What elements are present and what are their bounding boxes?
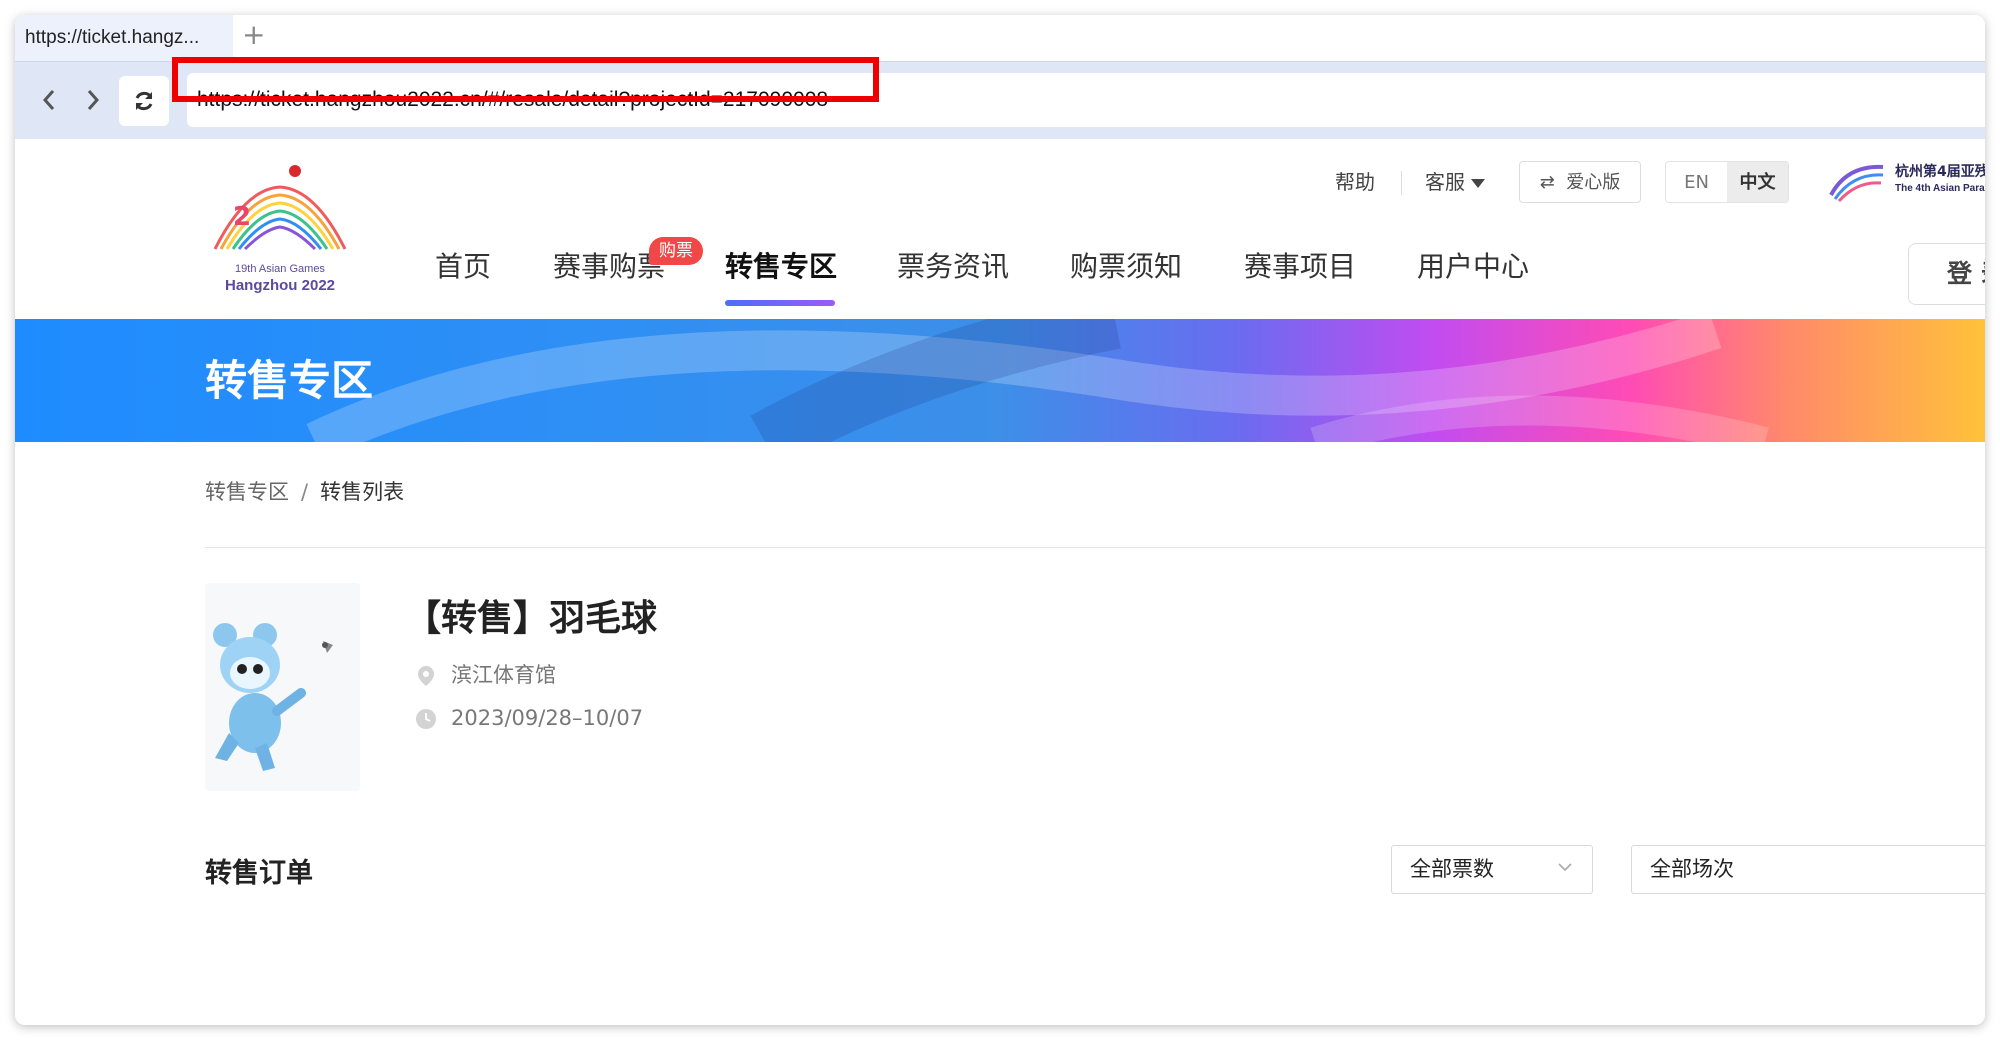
ticket-count-select[interactable]: 全部票数	[1391, 845, 1593, 894]
page-banner: 转售专区	[15, 319, 1985, 442]
reload-button[interactable]	[119, 76, 169, 126]
reload-icon	[135, 91, 153, 111]
browser-toolbar: https://ticket.hangzhou2022.cn/#/resale/…	[15, 61, 1985, 141]
tab-strip: https://ticket.hangz... +	[15, 15, 1985, 61]
badminton-mascot-icon	[213, 623, 333, 771]
language-switch: EN 中文	[1665, 161, 1789, 203]
nav-home[interactable]: 首页	[435, 249, 491, 285]
nav-ticket-news[interactable]: 票务资讯	[897, 249, 1009, 285]
browser-tab[interactable]: https://ticket.hangz...	[15, 15, 233, 61]
date-text: 2023/09/28–10/07	[451, 706, 644, 730]
breadcrumb: 转售专区 / 转售列表	[205, 477, 404, 507]
ticket-count-value: 全部票数	[1410, 857, 1494, 881]
address-bar[interactable]: https://ticket.hangzhou2022.cn/#/resale/…	[187, 73, 1985, 127]
para-games-subtitle: The 4th Asian Para	[1895, 183, 1985, 194]
nav-badge: 购票	[649, 237, 703, 265]
date-row: 2023/09/28–10/07	[415, 703, 643, 733]
site-header: 2 19th Asian Games Hangzhou 2022 帮助 客服 ⇄…	[15, 139, 1985, 319]
asian-games-logo-icon: 2	[213, 165, 347, 251]
login-button[interactable]: 登 录	[1908, 243, 1985, 305]
back-button[interactable]	[29, 80, 69, 120]
active-nav-indicator	[725, 300, 835, 306]
nav-purchase-notice[interactable]: 购票须知	[1070, 249, 1182, 285]
nav-resale[interactable]: 转售专区	[725, 249, 837, 285]
clock-icon	[416, 709, 436, 729]
browser-window: https://ticket.hangz... + https://ticket…	[15, 15, 1985, 1025]
session-select[interactable]: 全部场次	[1631, 845, 1985, 894]
project-mascot-image	[205, 583, 360, 791]
para-games-logo-icon	[1829, 164, 1884, 203]
utility-divider	[1401, 171, 1402, 195]
new-tab-button[interactable]: +	[242, 21, 265, 49]
caret-down-icon	[1471, 179, 1485, 188]
help-link[interactable]: 帮助	[1335, 161, 1375, 203]
venue-text: 滨江体育馆	[451, 663, 556, 687]
location-pin-icon	[418, 666, 434, 686]
svg-text:2: 2	[233, 202, 251, 232]
hangzhou-2022-logo[interactable]: 2 19th Asian Games Hangzhou 2022	[205, 159, 355, 299]
para-games-title: 杭州第4届亚残	[1895, 164, 1985, 180]
breadcrumb-item-resale[interactable]: 转售专区	[205, 480, 289, 504]
chevron-right-icon	[87, 90, 100, 110]
url-text: https://ticket.hangzhou2022.cn/#/resale/…	[197, 88, 829, 111]
swap-icon: ⇄	[1539, 172, 1555, 193]
banner-title: 转售专区	[205, 356, 374, 405]
session-value: 全部场次	[1650, 857, 1734, 881]
resale-orders-title: 转售订单	[205, 858, 313, 889]
lang-en-option[interactable]: EN	[1666, 162, 1727, 202]
section-divider	[205, 547, 1985, 548]
care-version-button[interactable]: ⇄ 爱心版	[1519, 161, 1641, 203]
forward-button[interactable]	[73, 80, 113, 120]
project-title: 【转售】羽毛球	[405, 598, 658, 639]
lang-zh-option[interactable]: 中文	[1727, 162, 1788, 202]
venue-row: 滨江体育馆	[415, 660, 556, 690]
logo-caption-line2: Hangzhou 2022	[224, 277, 336, 294]
chevron-left-icon	[42, 90, 55, 110]
care-version-label: 爱心版	[1566, 172, 1621, 193]
nav-sports[interactable]: 赛事项目	[1244, 249, 1356, 285]
breadcrumb-item-resale-list: 转售列表	[320, 480, 405, 504]
breadcrumb-separator: /	[301, 480, 309, 504]
customer-service-dropdown[interactable]: 客服	[1425, 161, 1485, 203]
customer-service-label: 客服	[1425, 170, 1465, 194]
logo-caption-line1: 19th Asian Games	[235, 263, 325, 275]
chevron-down-icon	[1558, 863, 1572, 872]
nav-user-center[interactable]: 用户中心	[1417, 249, 1529, 285]
